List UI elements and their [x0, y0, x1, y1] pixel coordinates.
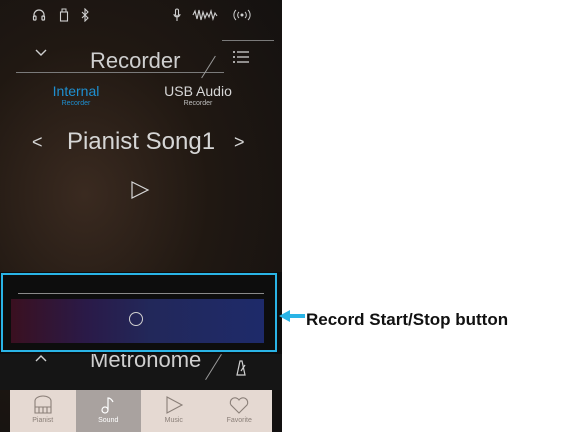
callout-arrow-icon — [279, 310, 305, 322]
nav-label: Music — [164, 417, 183, 424]
tab-label: USB Audio — [164, 83, 232, 99]
nav-label: Sound — [98, 417, 119, 424]
music-note-icon — [101, 397, 114, 414]
microphone-icon — [172, 8, 182, 26]
status-bar — [0, 0, 282, 34]
bluetooth-icon — [80, 7, 90, 26]
bottom-nav: Pianist Sound Music Favorite — [10, 390, 272, 432]
tab-usb-audio-recorder[interactable]: USB Audio Recorder — [144, 84, 252, 108]
tab-sublabel: Recorder — [183, 100, 213, 107]
metronome-slash-divider — [205, 354, 222, 380]
play-icon — [131, 181, 150, 199]
header-divider — [16, 72, 224, 73]
metronome-icon[interactable] — [233, 360, 249, 379]
chevron-down-icon[interactable] — [34, 45, 48, 62]
recorder-screen: Recorder Internal Recorder USB Audio Rec… — [0, 0, 282, 432]
chevron-up-icon[interactable] — [34, 354, 48, 367]
next-song-button[interactable]: > — [234, 132, 245, 153]
heart-icon — [230, 397, 249, 414]
nav-label: Favorite — [226, 417, 252, 424]
list-menu-icon[interactable] — [232, 48, 250, 69]
previous-song-button[interactable]: < — [32, 132, 43, 153]
song-selector: < Pianist Song1 > — [32, 128, 252, 158]
nav-item-music[interactable]: Music — [141, 390, 207, 432]
metronome-bar[interactable]: Metronome — [0, 354, 282, 390]
headphones-icon — [32, 8, 46, 26]
play-button[interactable] — [130, 180, 150, 205]
nav-item-favorite[interactable]: Favorite — [207, 390, 273, 432]
nav-label: Pianist — [32, 417, 54, 424]
header-menu-divider — [222, 40, 274, 41]
play-icon — [166, 396, 183, 414]
tab-internal-recorder[interactable]: Internal Recorder — [22, 84, 130, 108]
piano-icon — [34, 395, 52, 414]
metronome-label: Metronome — [90, 354, 202, 372]
page-title: Recorder — [90, 48, 181, 73]
callout-label: Record Start/Stop button — [306, 310, 509, 329]
wireless-icon — [232, 8, 252, 26]
audio-level-icon — [192, 8, 218, 26]
usb-memory-icon — [59, 8, 69, 26]
tab-sublabel: Recorder — [61, 100, 91, 107]
nav-item-sound[interactable]: Sound — [75, 390, 141, 432]
highlight-box — [1, 273, 277, 352]
tab-label: Internal — [52, 83, 100, 99]
song-name: Pianist Song1 — [66, 128, 216, 155]
nav-item-pianist[interactable]: Pianist — [10, 390, 76, 432]
